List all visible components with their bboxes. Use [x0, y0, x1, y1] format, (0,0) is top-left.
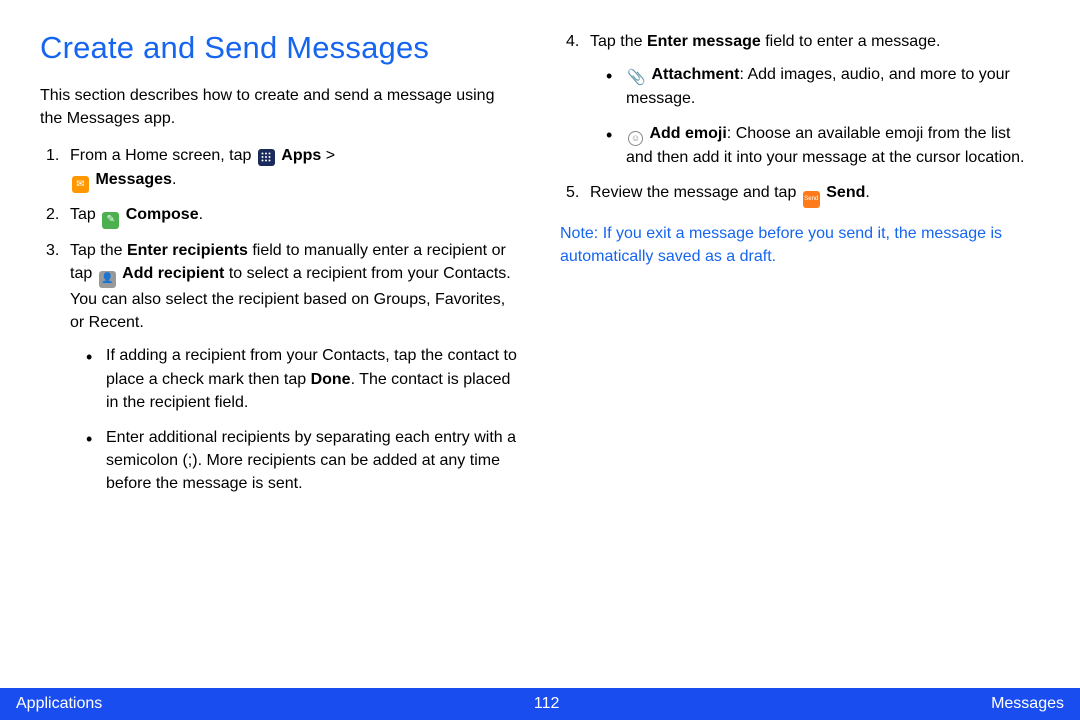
- messages-icon: ✉: [72, 176, 89, 193]
- footer-left: Applications: [16, 695, 102, 713]
- note-text: Note: If you exit a message before you s…: [560, 222, 1040, 268]
- page-title: Create and Send Messages: [40, 30, 520, 66]
- step-2: Tap ✎ Compose.: [70, 203, 520, 229]
- step-3-bullet-2: Enter additional recipients by separatin…: [106, 426, 520, 496]
- page-number: 112: [534, 695, 560, 713]
- contact-icon: 👤: [99, 271, 116, 288]
- intro-text: This section describes how to create and…: [40, 84, 520, 130]
- attachment-icon: 📎: [628, 70, 645, 87]
- emoji-icon: ☺: [628, 131, 643, 146]
- step-4-bullet-attachment: 📎 Attachment: Add images, audio, and mor…: [626, 63, 1040, 110]
- step-5: Review the message and tap Send Send.: [590, 181, 1040, 208]
- right-column: Tap the Enter message field to enter a m…: [560, 30, 1040, 508]
- step-1: From a Home screen, tap Apps > ✉ Message…: [70, 144, 520, 193]
- step-4-bullet-emoji: ☺ Add emoji: Choose an available emoji f…: [626, 122, 1040, 169]
- left-column: Create and Send Messages This section de…: [40, 30, 520, 508]
- apps-icon: [258, 149, 275, 166]
- step-4: Tap the Enter message field to enter a m…: [590, 30, 1040, 169]
- footer-bar: Applications 112 Messages: [0, 688, 1080, 720]
- compose-icon: ✎: [102, 212, 119, 229]
- send-icon: Send: [803, 191, 820, 208]
- footer-right: Messages: [991, 695, 1064, 713]
- step-3-bullet-1: If adding a recipient from your Contacts…: [106, 344, 520, 414]
- step-3: Tap the Enter recipients field to manual…: [70, 239, 520, 495]
